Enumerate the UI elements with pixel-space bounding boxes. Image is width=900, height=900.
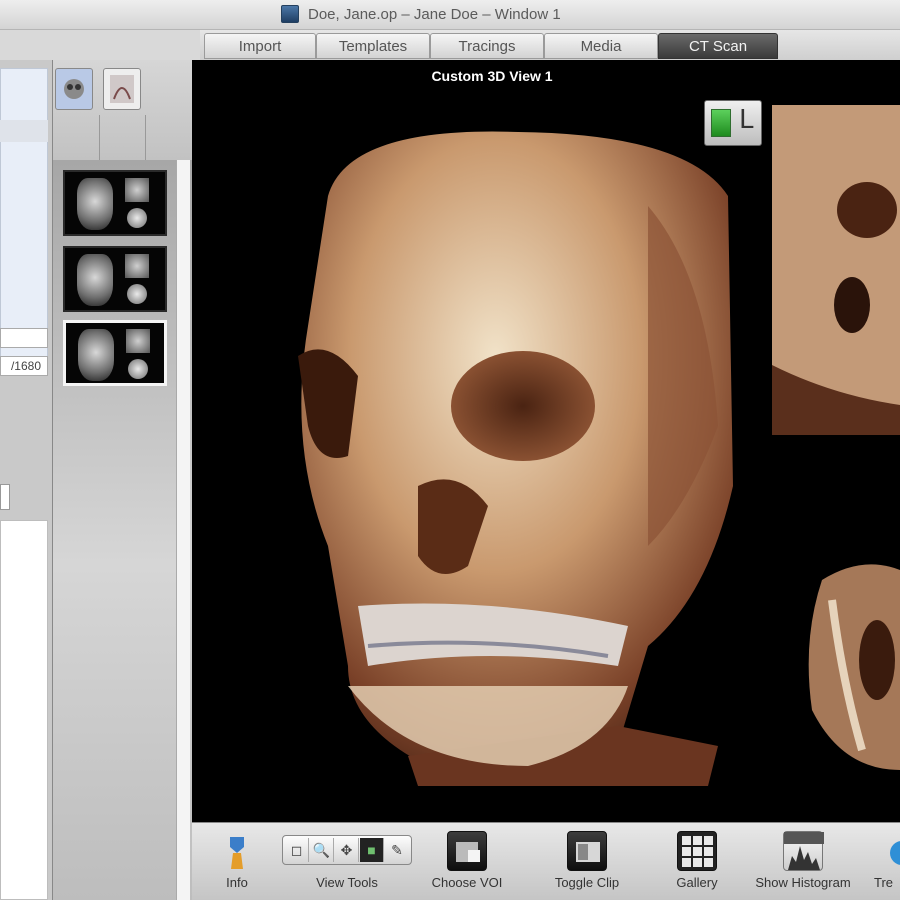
bottom-toolbar: Info ◻ 🔍 ✥ ■ ✎ View Tools Choose VOI Tog… xyxy=(192,822,900,900)
tab-bar: Import Templates Tracings Media CT Scan xyxy=(200,30,900,60)
3d-viewer[interactable]: Custom 3D View 1 L xyxy=(192,60,900,822)
thumbnail-strip xyxy=(52,60,193,900)
view-tools-label: View Tools xyxy=(316,875,378,890)
tab-tracings[interactable]: Tracings xyxy=(430,33,544,59)
view-tools-segmented-control: ◻ 🔍 ✥ ■ ✎ xyxy=(282,835,412,865)
tab-templates[interactable]: Templates xyxy=(316,33,430,59)
annotate-tool-icon[interactable]: ✎ xyxy=(385,838,409,862)
toggle-clip-button[interactable]: Toggle Clip xyxy=(542,823,632,900)
view-tools-group: ◻ 🔍 ✥ ■ ✎ View Tools xyxy=(282,823,412,900)
thumbnail-3-selected[interactable] xyxy=(63,320,167,386)
choose-voi-button[interactable]: Choose VOI xyxy=(422,823,512,900)
left-panel: /1680 xyxy=(0,60,52,900)
show-histogram-label: Show Histogram xyxy=(755,875,851,890)
tree-icon xyxy=(884,831,900,871)
orientation-label: L xyxy=(739,105,754,135)
choose-voi-label: Choose VOI xyxy=(431,875,503,890)
patient-list[interactable] xyxy=(0,68,48,358)
title-bar: Doe, Jane.op – Jane Doe – Window 1 xyxy=(0,0,900,30)
pan-tool-icon[interactable]: ✥ xyxy=(335,838,359,862)
view-title: Custom 3D View 1 xyxy=(431,68,553,84)
tree-label: Tre xyxy=(874,875,894,890)
gallery-icon xyxy=(677,831,717,871)
thumbnail-scrollbar[interactable] xyxy=(176,160,190,900)
3d-skull-icon[interactable] xyxy=(55,68,93,110)
zoom-tool-icon[interactable]: 🔍 xyxy=(310,838,334,862)
skull-3d-render[interactable] xyxy=(288,126,738,786)
app-window: Doe, Jane.op – Jane Doe – Window 1 Impor… xyxy=(0,0,900,900)
divider xyxy=(145,115,146,160)
tab-import[interactable]: Import xyxy=(204,33,316,59)
choose-voi-icon xyxy=(447,831,487,871)
thumbnail-1[interactable] xyxy=(63,170,167,236)
info-icon xyxy=(220,831,254,871)
histogram-icon xyxy=(783,831,824,871)
toggle-clip-icon xyxy=(567,831,607,871)
info-field[interactable] xyxy=(0,328,48,348)
gallery-label: Gallery xyxy=(676,875,718,890)
scale-field-value: /1680 xyxy=(10,359,41,373)
scale-field[interactable]: /1680 xyxy=(0,356,48,376)
panel-button[interactable] xyxy=(0,484,10,510)
window-title: Doe, Jane.op – Jane Doe – Window 1 xyxy=(308,6,561,23)
tab-media[interactable]: Media xyxy=(544,33,658,59)
axial-view-render[interactable] xyxy=(802,560,900,780)
show-histogram-button[interactable]: Show Histogram xyxy=(748,823,858,900)
orientation-control[interactable]: L xyxy=(704,100,762,146)
gallery-button[interactable]: Gallery xyxy=(662,823,732,900)
select-tool-icon[interactable]: ◻ xyxy=(285,838,309,862)
divider xyxy=(99,115,100,160)
window-level-tool-icon[interactable]: ■ xyxy=(360,838,384,862)
side-view-render[interactable] xyxy=(772,105,900,435)
xray-icon[interactable] xyxy=(103,68,141,110)
orientation-indicator-icon xyxy=(711,109,731,137)
document-icon xyxy=(281,5,299,23)
patient-list-row[interactable] xyxy=(0,120,48,142)
info-label: Info xyxy=(226,875,248,890)
thumbnail-2[interactable] xyxy=(63,246,167,312)
tree-button[interactable]: Tre xyxy=(868,823,900,900)
toggle-clip-label: Toggle Clip xyxy=(554,875,620,890)
strip-toolbar xyxy=(53,60,193,160)
info-button[interactable]: Info xyxy=(208,823,266,900)
notes-area[interactable] xyxy=(0,520,48,900)
tab-ct-scan[interactable]: CT Scan xyxy=(658,33,778,59)
